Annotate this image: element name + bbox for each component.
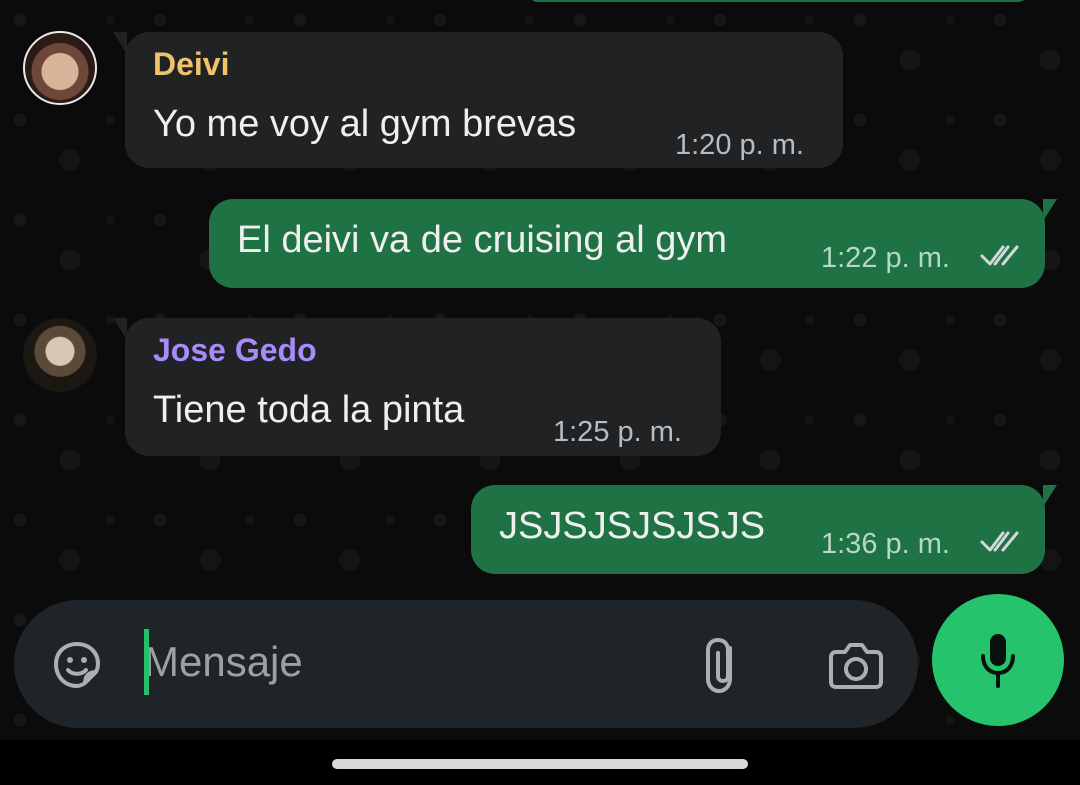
bubble-tail [113, 318, 127, 340]
message-time: 1:22 p. m. [821, 242, 950, 274]
message-bubble-incoming[interactable]: Jose Gedo Tiene toda la pinta 1:25 p. m. [113, 318, 721, 456]
bubble-tail [1043, 485, 1057, 507]
sticker-icon[interactable] [48, 636, 106, 694]
message-bubble-outgoing[interactable]: El deivi va de cruising al gym 1:22 p. m… [209, 199, 1057, 288]
message-time: 1:20 p. m. [675, 129, 804, 161]
double-check-icon [979, 529, 1021, 553]
text-cursor [144, 629, 149, 695]
avatar[interactable] [23, 31, 97, 105]
message-text: JSJSJSJSJSJS [499, 505, 766, 547]
message-text: El deivi va de cruising al gym [237, 219, 727, 261]
message-time: 1:25 p. m. [553, 416, 682, 448]
sender-name: Deivi [153, 46, 230, 82]
double-check-icon [979, 243, 1021, 267]
bubble-tail [1043, 199, 1057, 221]
message-text: Tiene toda la pinta [153, 389, 465, 431]
paperclip-icon[interactable] [702, 634, 746, 696]
microphone-icon [976, 631, 1020, 689]
home-indicator[interactable] [332, 759, 748, 769]
voice-message-button[interactable] [932, 594, 1064, 726]
avatar[interactable] [23, 318, 97, 392]
sender-name: Jose Gedo [153, 332, 317, 368]
message-input[interactable] [144, 628, 644, 696]
previous-message-edge [528, 0, 1028, 2]
message-bubble-incoming[interactable]: Deivi Yo me voy al gym brevas 1:20 p. m. [113, 32, 843, 168]
message-bubble-outgoing[interactable]: JSJSJSJSJSJS 1:36 p. m. [471, 485, 1057, 574]
message-time: 1:36 p. m. [821, 528, 950, 560]
camera-icon[interactable] [826, 634, 886, 694]
message-text: Yo me voy al gym brevas [153, 103, 577, 145]
bubble-tail [113, 32, 127, 54]
